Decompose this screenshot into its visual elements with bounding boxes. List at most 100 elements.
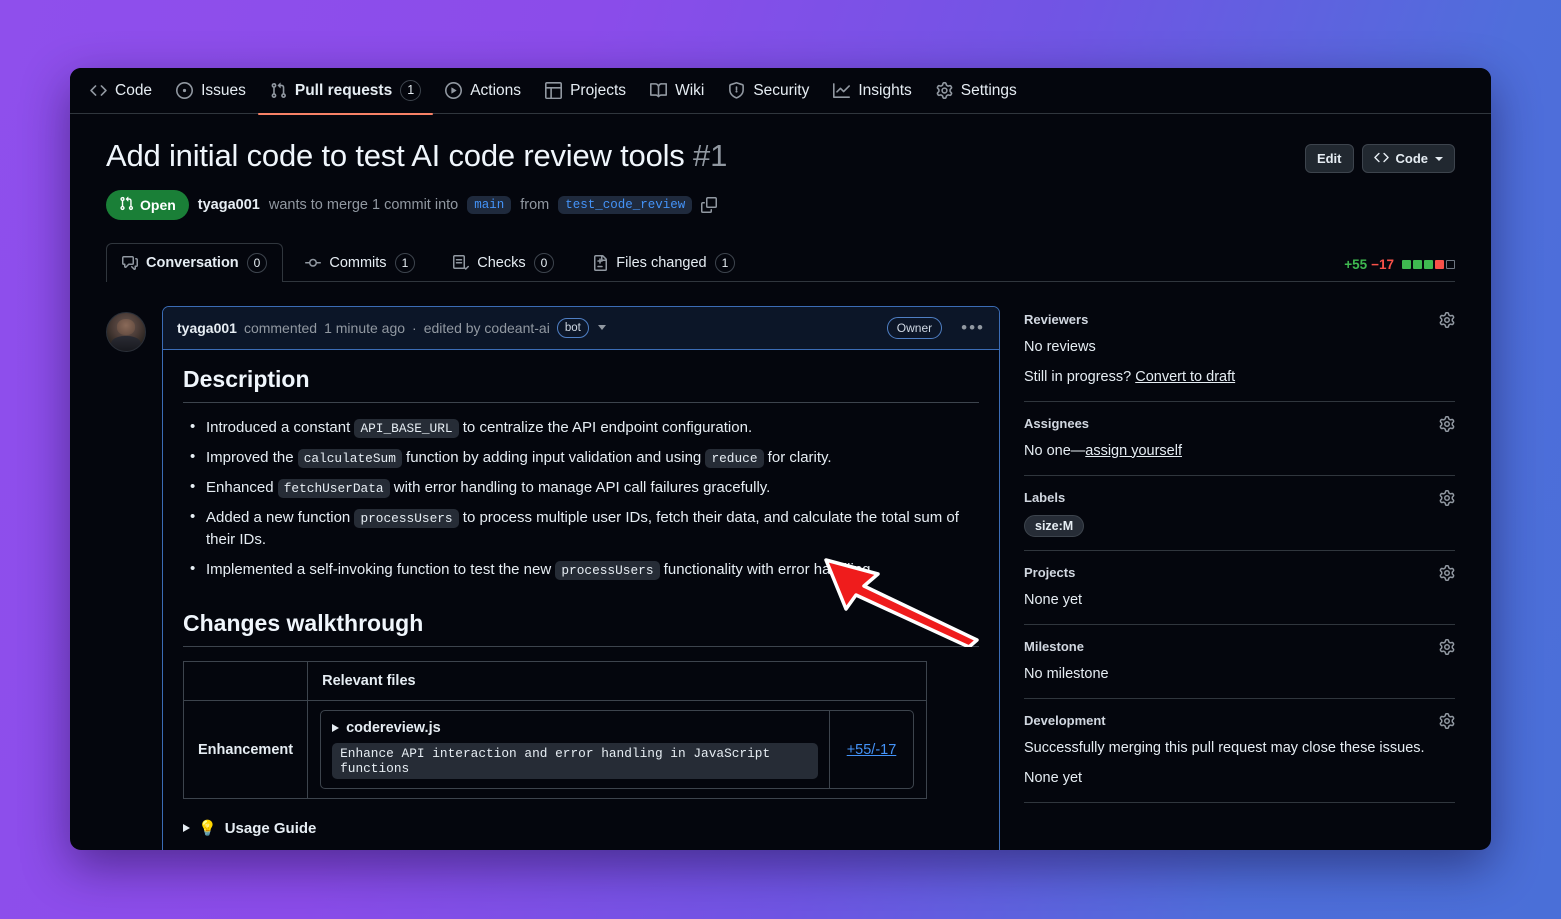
book-icon (650, 82, 667, 99)
bot-badge: bot (557, 318, 589, 338)
sidebar-text: No milestone (1024, 664, 1455, 685)
inline-code: fetchUserData (278, 479, 390, 498)
repo-nav: Code Issues Pull requests1ActionsProjectsW… (70, 68, 1491, 114)
bullet-text: function by adding input validation and … (402, 449, 706, 466)
nav-item-pull-requests[interactable]: Pull requests1 (258, 68, 433, 114)
comment-header: tyaga001 commented 1 minute ago · edited… (163, 307, 999, 350)
git-pull-request-icon (270, 82, 287, 99)
file-diff-icon (592, 255, 608, 271)
checklist-icon (453, 255, 469, 271)
pr-page: Add initial code to test AI code review … (70, 114, 1491, 850)
code-icon (90, 82, 107, 99)
code-button[interactable]: Code (1362, 144, 1456, 173)
edit-button-label: Edit (1317, 151, 1342, 166)
lightbulb-icon: 💡 (198, 819, 217, 837)
comment-box: tyaga001 commented 1 minute ago · edited… (162, 306, 1000, 850)
avatar[interactable] (106, 312, 146, 352)
head-branch[interactable]: test_code_review (558, 196, 692, 214)
diffstat-additions: +55 (1344, 257, 1367, 272)
row-files: codereview.jsEnhance API interaction and… (308, 701, 927, 799)
col-relevant-files: Relevant files (308, 662, 927, 701)
tab-count: 0 (534, 253, 555, 273)
comment-icon (122, 255, 138, 271)
file-card-main: codereview.jsEnhance API interaction and… (321, 711, 829, 788)
tab-checks[interactable]: Checks 0 (437, 243, 570, 282)
nav-item-code[interactable]: Code (78, 68, 164, 114)
sidebar-section-header: Assignees (1024, 416, 1455, 432)
sidebar-section-title: Assignees (1024, 416, 1089, 431)
nav-item-insights[interactable]: Insights (821, 68, 923, 114)
gear-icon[interactable] (1439, 713, 1455, 729)
comment-separator: · (412, 320, 417, 336)
shield-icon (728, 82, 745, 99)
diffstat-block (1424, 260, 1433, 269)
nav-item-label: Issues (201, 82, 246, 100)
nav-item-settings[interactable]: Settings (924, 68, 1029, 114)
table-header-row: Relevant files (184, 662, 927, 701)
tab-label: Checks (477, 255, 525, 271)
sidebar-link[interactable]: assign yourself (1085, 443, 1182, 459)
tab-label: Commits (329, 255, 386, 271)
chevron-down-icon (1435, 157, 1443, 161)
sidebar-line-text: Successfully merging this pull request m… (1024, 740, 1425, 756)
usage-guide-toggle[interactable]: 💡 Usage Guide (183, 819, 979, 837)
base-branch[interactable]: main (467, 196, 511, 214)
diffstat-block (1413, 260, 1422, 269)
sidebar-section-header: Reviewers (1024, 312, 1455, 328)
bullet-text: functionality with error handling. (660, 561, 875, 578)
gear-icon[interactable] (1439, 639, 1455, 655)
triangle-right-icon (183, 824, 190, 832)
file-diff-link[interactable]: +55/-17 (847, 742, 897, 758)
copy-icon[interactable] (701, 197, 717, 213)
tab-conversation[interactable]: Conversation0 (106, 243, 283, 282)
edit-button[interactable]: Edit (1305, 144, 1354, 173)
nav-item-projects[interactable]: Projects (533, 68, 638, 114)
comment-author[interactable]: tyaga001 (177, 320, 237, 336)
status-badge: Open (106, 190, 189, 220)
code-button-label: Code (1396, 151, 1429, 166)
pr-columns: tyaga001 commented 1 minute ago · edited… (106, 306, 1455, 850)
chevron-down-icon[interactable] (598, 325, 606, 330)
nav-item-issues[interactable]: Issues (164, 68, 258, 114)
merge-text-1: wants to merge 1 commit into (269, 197, 458, 213)
comment-action: commented (244, 320, 317, 336)
tab-files-changed[interactable]: Files changed1 (576, 243, 751, 282)
tab-commits[interactable]: Commits1 (289, 243, 431, 282)
page-title: Add initial code to test AI code review … (106, 138, 727, 175)
col-category (184, 662, 308, 701)
description-bullet: Added a new function processUsers to pro… (183, 507, 979, 550)
commit-icon (305, 255, 321, 271)
graph-icon (833, 82, 850, 99)
sidebar-link[interactable]: Convert to draft (1135, 369, 1235, 385)
diffstat-block (1446, 260, 1455, 269)
pr-status-row: Open tyaga001 wants to merge 1 commit in… (106, 190, 1455, 220)
label-chip[interactable]: size:M (1024, 515, 1084, 537)
bullet-text: to centralize the API endpoint configura… (459, 419, 753, 436)
sidebar-line-text: No reviews (1024, 339, 1096, 355)
gear-icon[interactable] (1439, 416, 1455, 432)
sidebar-section-header: Milestone (1024, 639, 1455, 655)
nav-item-wiki[interactable]: Wiki (638, 68, 716, 114)
sidebar-line-text: None yet (1024, 592, 1082, 608)
tab-count: 1 (715, 253, 736, 273)
gear-icon[interactable] (1439, 312, 1455, 328)
gear-icon[interactable] (1439, 565, 1455, 581)
inline-code: processUsers (555, 561, 659, 580)
nav-item-actions[interactable]: Actions (433, 68, 533, 114)
description-list: Introduced a constant API_BASE_URL to ce… (183, 417, 979, 581)
file-name-row[interactable]: codereview.js (332, 720, 818, 736)
sidebar-section-reviewers: ReviewersNo reviewsStill in progress? Co… (1024, 312, 1455, 402)
inline-code: reduce (705, 449, 763, 468)
table-icon (545, 82, 562, 99)
pr-author[interactable]: tyaga001 (198, 197, 260, 213)
sidebar-section-milestone: Milestone No milestone (1024, 639, 1455, 699)
diffstat-blocks (1402, 260, 1455, 269)
nav-item-security[interactable]: Security (716, 68, 821, 114)
comment-time: 1 minute ago (324, 320, 405, 336)
file-name: codereview.js (346, 720, 441, 736)
sidebar-text: No reviews (1024, 337, 1455, 358)
comment-menu-button[interactable]: ••• (961, 319, 985, 336)
comment-row: tyaga001 commented 1 minute ago · edited… (106, 306, 1000, 850)
gear-icon[interactable] (1439, 490, 1455, 506)
github-window: Code Issues Pull requests1ActionsProjectsW… (70, 68, 1491, 850)
